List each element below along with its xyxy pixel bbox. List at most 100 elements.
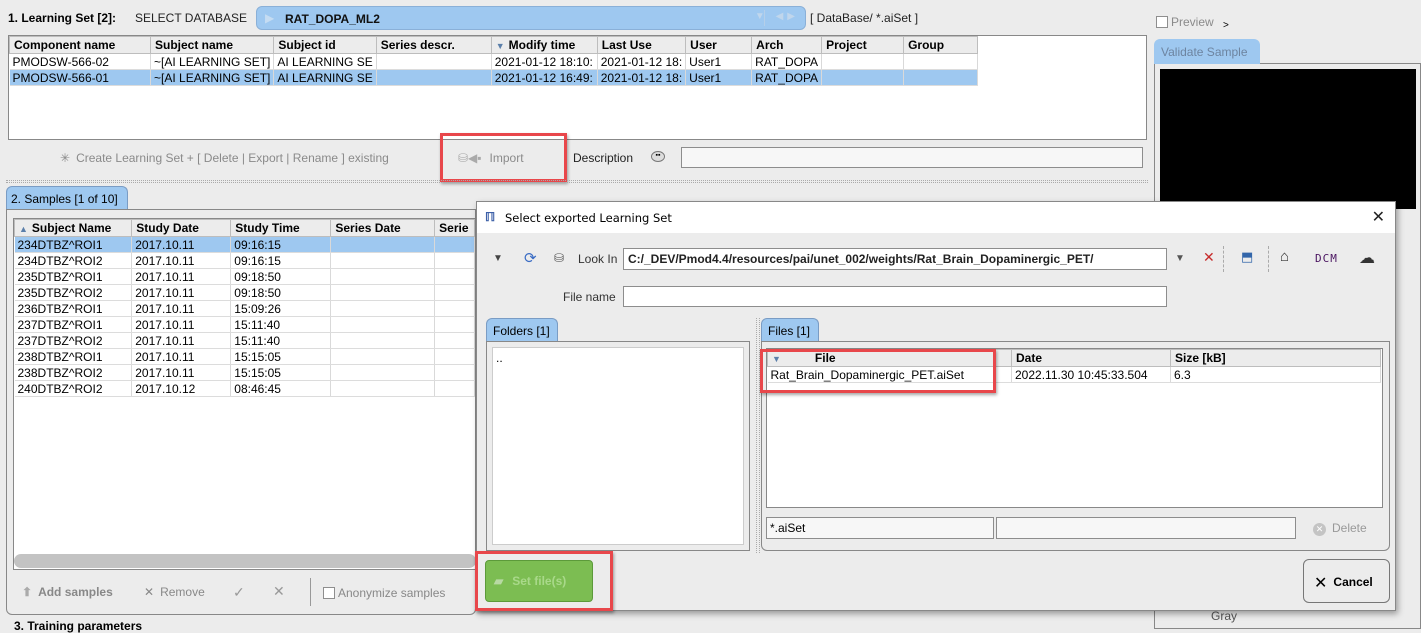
tab-files[interactable]: Files [1] xyxy=(761,318,819,342)
tab-samples[interactable]: 2. Samples [1 of 10] xyxy=(6,186,128,210)
column-header[interactable]: User xyxy=(685,36,753,54)
column-header-label: Modify time xyxy=(508,38,576,52)
preview-expand-arrow[interactable]: > xyxy=(1223,20,1229,31)
dcm-button[interactable]: DCM xyxy=(1315,252,1338,265)
table-cell xyxy=(330,268,436,285)
column-header-label: Study Date xyxy=(136,221,199,235)
preview-checkbox[interactable]: Preview xyxy=(1156,15,1214,29)
database-icon[interactable]: ⛁ xyxy=(554,251,564,265)
close-icon[interactable]: ✕ xyxy=(1372,207,1385,227)
description-edit-icon[interactable]: ▪▪ xyxy=(651,151,665,162)
horizontal-scrollbar[interactable] xyxy=(14,554,476,568)
database-selector[interactable]: ▶ RAT_DOPA_ML2 ▼ ◀▶ xyxy=(256,6,806,30)
learning-set-table[interactable]: Component name Subject name Subject id Seri… xyxy=(8,35,1147,140)
table-row[interactable]: 236DTBZ^ROI1 2017.10.11 15:09:26 xyxy=(14,300,475,317)
column-header[interactable]: Series descr. xyxy=(375,36,492,54)
column-header[interactable]: Date xyxy=(1011,349,1171,367)
folder-up-icon[interactable]: ⬒ xyxy=(1241,249,1253,265)
column-header[interactable]: Size [kB] xyxy=(1170,349,1381,367)
delete-button[interactable]: ✕ Delete xyxy=(1313,521,1367,536)
database-path: [ DataBase/ *.aiSet ] xyxy=(810,11,919,25)
table-cell: AI LEARNING SE xyxy=(273,53,377,70)
folder-item[interactable]: .. xyxy=(496,351,740,365)
dropdown-icon[interactable]: ▼ xyxy=(755,11,769,22)
description-input[interactable] xyxy=(681,147,1143,168)
column-header[interactable]: Series Date xyxy=(330,219,436,237)
column-header[interactable]: Last Use xyxy=(596,36,687,54)
table-row[interactable]: 238DTBZ^ROI1 2017.10.11 15:15:05 xyxy=(14,348,475,365)
combo-controls[interactable]: ▼ ◀▶ xyxy=(755,11,799,22)
prev-icon[interactable]: ◀ xyxy=(776,11,788,22)
column-header[interactable]: ▲ Subject Name xyxy=(14,219,133,237)
create-learning-set-button[interactable]: ✳ Create Learning Set + [ Delete | Export… xyxy=(60,151,389,165)
column-header[interactable]: ▼ Modify time xyxy=(490,36,598,54)
highlight-file xyxy=(760,349,996,393)
column-header[interactable]: Subject id xyxy=(273,36,377,54)
column-header[interactable]: Project xyxy=(821,36,905,54)
table-cell: 2017.10.12 xyxy=(131,380,232,397)
table-cell xyxy=(434,316,475,333)
home-icon[interactable]: ⌂ xyxy=(1280,248,1289,265)
column-header[interactable]: Subject name xyxy=(149,36,275,54)
table-cell: 2021-01-12 16:49: xyxy=(491,69,598,86)
checkbox-box[interactable] xyxy=(323,587,335,599)
table-cell: 2017.10.11 xyxy=(131,284,232,301)
table-row[interactable]: 234DTBZ^ROI1 2017.10.11 09:16:15 xyxy=(14,236,475,253)
column-header[interactable]: Study Date xyxy=(131,219,232,237)
table-row[interactable]: 240DTBZ^ROI2 2017.10.12 08:46:45 xyxy=(14,380,475,397)
description-label: Description xyxy=(573,151,634,165)
table-row[interactable]: 234DTBZ^ROI2 2017.10.11 09:16:15 xyxy=(14,252,475,269)
column-header[interactable]: Serie xyxy=(434,219,475,237)
check-icon[interactable]: ✓ xyxy=(233,584,245,601)
select-database-label: SELECT DATABASE xyxy=(135,11,248,25)
uncheck-icon[interactable]: ✕ xyxy=(273,583,285,600)
table-row[interactable]: 235DTBZ^ROI2 2017.10.11 09:18:50 xyxy=(14,284,475,301)
tab-folders[interactable]: Folders [1] xyxy=(486,318,558,342)
look-in-dropdown-icon[interactable]: ▼ xyxy=(1175,253,1185,264)
table-row[interactable]: PMODSW-566-01 ~[AI LEARNING SET] AI LEARNI… xyxy=(9,69,979,86)
cancel-button[interactable]: ✕ Cancel xyxy=(1303,559,1390,603)
add-samples-button[interactable]: ⬆ Add samples xyxy=(22,585,113,599)
next-icon[interactable]: ▶ xyxy=(787,11,799,22)
preview-label: Preview xyxy=(1171,15,1214,29)
table-row[interactable]: 235DTBZ^ROI1 2017.10.11 09:18:50 xyxy=(14,268,475,285)
samples-table[interactable]: ▲ Subject Name Study Date Study Time Series … xyxy=(13,218,476,570)
table-cell xyxy=(821,53,905,70)
table-cell xyxy=(434,268,475,285)
remove-button[interactable]: ✕ Remove xyxy=(144,585,205,599)
folders-list[interactable]: .. xyxy=(492,347,744,545)
column-header-label: User xyxy=(690,38,717,52)
secondary-filter-input[interactable] xyxy=(996,517,1296,539)
clear-path-icon[interactable]: ✕ xyxy=(1203,249,1215,266)
anonymize-samples-checkbox[interactable]: Anonymize samples xyxy=(323,586,445,600)
file-filter-input[interactable]: *.aiSet xyxy=(766,517,994,539)
table-cell: 2021-01-12 18: xyxy=(597,69,687,86)
column-header[interactable]: Arch xyxy=(751,36,823,54)
column-header[interactable]: Component name xyxy=(9,36,151,54)
column-header-label: Arch xyxy=(756,38,784,52)
table-cell: ~[AI LEARNING SET] xyxy=(150,53,275,70)
brain-icon[interactable]: ☁ xyxy=(1359,248,1375,268)
checkbox-box[interactable] xyxy=(1156,16,1168,28)
table-row[interactable]: 238DTBZ^ROI2 2017.10.11 15:15:05 xyxy=(14,364,475,381)
column-header-label: Serie xyxy=(439,221,469,235)
table-cell xyxy=(330,332,436,349)
splitter[interactable] xyxy=(6,180,1148,183)
table-row[interactable]: 237DTBZ^ROI2 2017.10.11 15:11:40 xyxy=(14,332,475,349)
file-name-input[interactable] xyxy=(623,286,1167,307)
tab-validate-sample[interactable]: Validate Sample xyxy=(1154,39,1260,64)
table-row[interactable]: 237DTBZ^ROI1 2017.10.11 15:11:40 xyxy=(14,316,475,333)
colormap-label[interactable]: Gray xyxy=(1211,609,1237,623)
table-cell: 2021-01-12 18:10: xyxy=(491,53,598,70)
image-viewport[interactable] xyxy=(1160,69,1416,209)
table-cell xyxy=(434,380,475,397)
look-in-input[interactable]: C:/_DEV/Pmod4.4/resources/pai/unet_002/w… xyxy=(623,248,1167,270)
play-icon: ▶ xyxy=(265,11,275,25)
column-header[interactable]: Group xyxy=(903,36,979,54)
sort-ascending-icon: ▲ xyxy=(19,224,28,234)
refresh-icon[interactable]: ⟳ xyxy=(524,249,537,267)
column-header[interactable]: Study Time xyxy=(230,219,332,237)
dialog-title-bar[interactable]: ℿ Select exported Learning Set ✕ xyxy=(477,202,1395,233)
table-row[interactable]: PMODSW-566-02 ~[AI LEARNING SET] AI LEARNI… xyxy=(9,53,979,70)
collapse-icon[interactable]: ▼ xyxy=(493,253,503,264)
